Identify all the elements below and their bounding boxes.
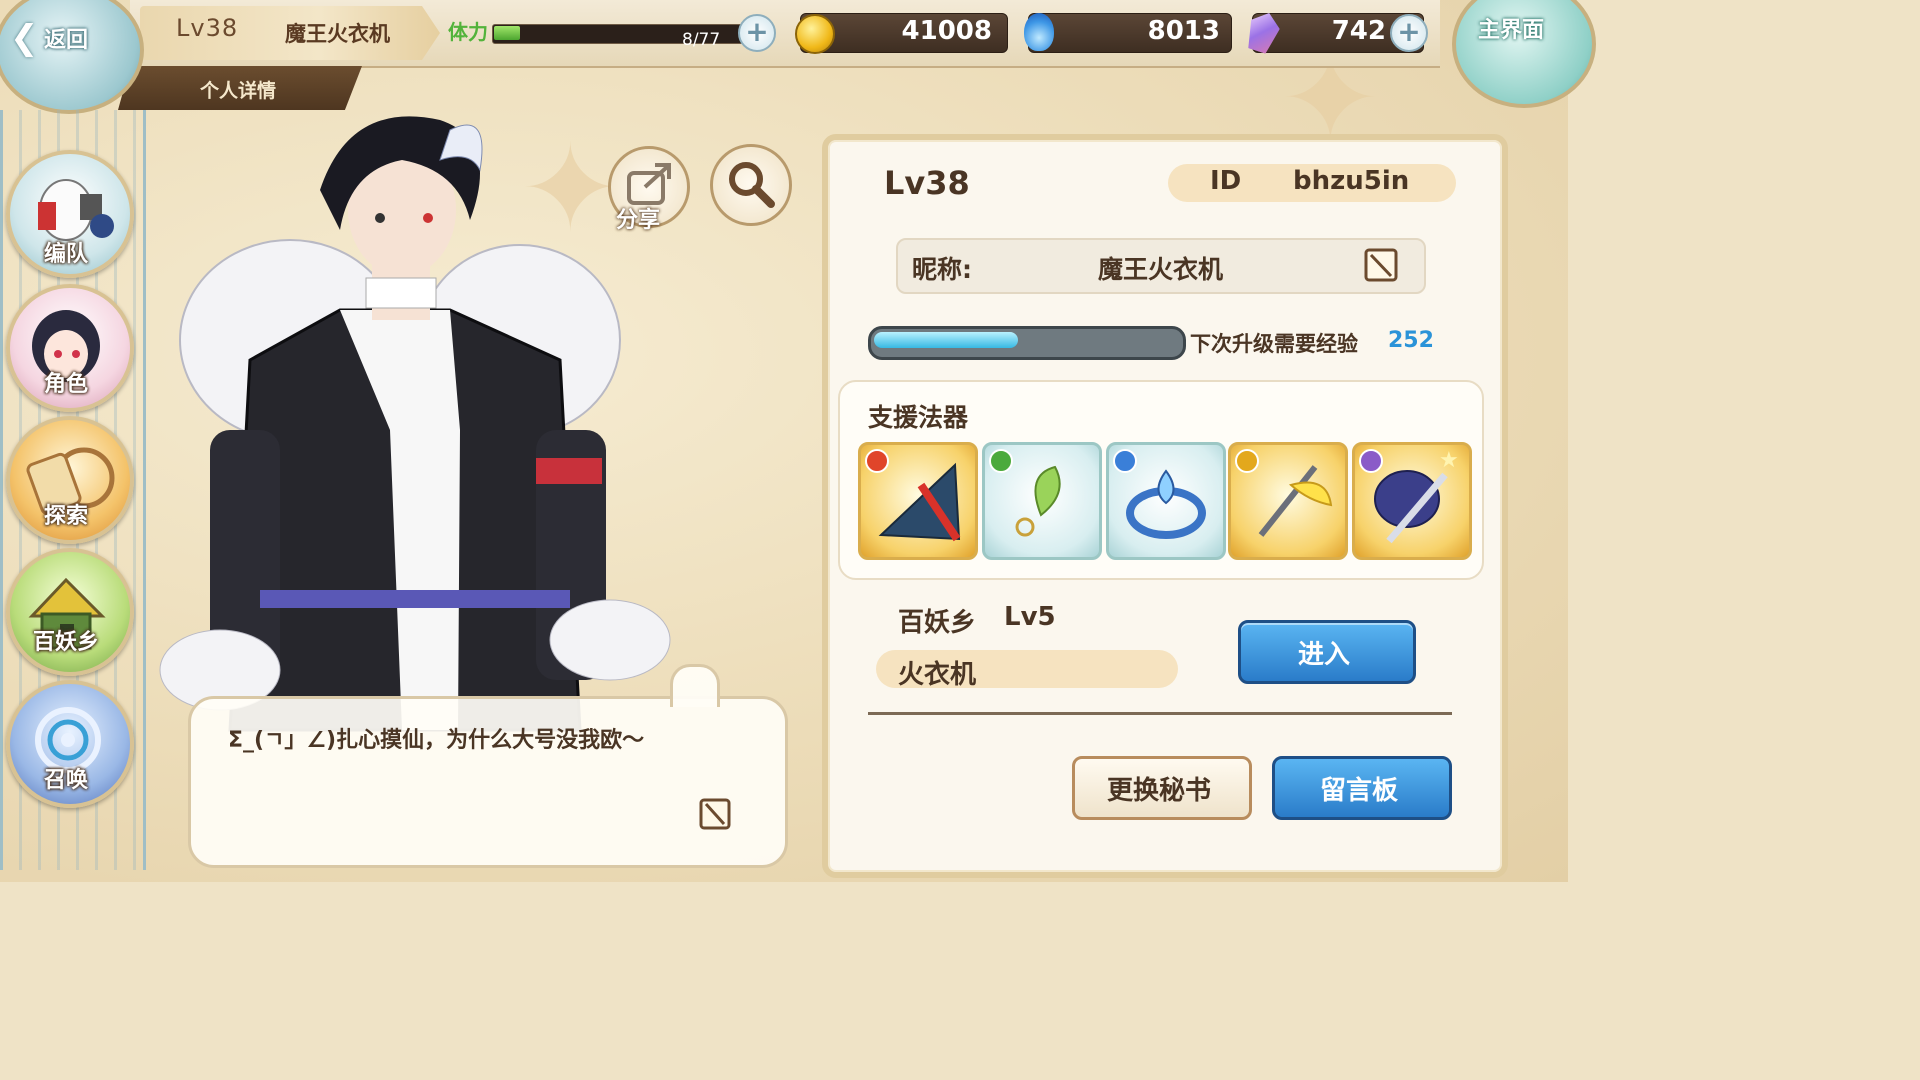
tab-personal-details-label: 个人详情 (200, 80, 277, 102)
edit-note-icon (699, 798, 731, 830)
stamina-bar-fill (494, 26, 520, 40)
sidebar-item-label: 百妖乡 (32, 630, 99, 655)
speech-bubble-tail (670, 664, 720, 707)
exp-bar-fill (874, 332, 1018, 348)
water-element-icon (1113, 449, 1137, 473)
sidebar-item-label: 编队 (43, 242, 88, 267)
player-id-label: ID (1210, 166, 1242, 196)
player-id-value: bhzu5in (1293, 166, 1410, 196)
village-level: Lv5 (1004, 602, 1056, 632)
exp-label: 下次升级需要经验 (1190, 332, 1358, 356)
svg-text:★: ★ (1439, 448, 1459, 473)
edit-note-icon (1364, 248, 1398, 282)
stamina-value: 8/77 (682, 30, 721, 50)
support-artifacts-title: 支援法器 (868, 403, 969, 432)
support-artifact-slot[interactable] (982, 442, 1102, 560)
back-button-label: 返回 (44, 28, 89, 53)
back-arrow-icon: ❮ (10, 18, 39, 58)
edit-nickname-button[interactable] (1362, 246, 1400, 284)
player-level: Lv38 (176, 14, 239, 42)
profile-level: Lv38 (884, 164, 970, 202)
arm-band (536, 458, 602, 484)
neck-bandage (365, 277, 437, 309)
gem-value: 742 (1331, 16, 1386, 46)
share-label: 分享 (616, 208, 661, 233)
divider (868, 712, 1452, 715)
support-artifact-slot[interactable] (858, 442, 978, 560)
fire-element-icon (865, 449, 889, 473)
message-board-label: 留言板 (1319, 776, 1398, 806)
blue-flame-icon (1024, 13, 1054, 51)
support-artifact-slot[interactable] (1228, 442, 1348, 560)
sidebar-item-village[interactable] (6, 548, 134, 676)
nickname-label: 昵称: (912, 255, 972, 284)
change-secretary-label: 更换秘书 (1106, 776, 1211, 806)
exp-value: 252 (1388, 328, 1434, 353)
support-artifact-slot[interactable] (1106, 442, 1226, 560)
zoom-button[interactable] (710, 144, 792, 226)
add-gem-button[interactable]: + (1390, 14, 1428, 52)
speech-text: Σ_(ㄱ」∠)扎心摸仙，为什么大号没我欧～ (228, 728, 645, 753)
light-element-icon (1235, 449, 1259, 473)
player-name: 魔王火衣机 (285, 22, 390, 46)
sidebar-item-label: 角色 (43, 372, 88, 397)
soul-fire-value: 8013 (1147, 16, 1220, 46)
gold-value: 41008 (901, 16, 992, 46)
add-stamina-button[interactable]: + (738, 14, 776, 52)
sidebar-item-label: 探索 (43, 504, 88, 529)
village-owner: 火衣机 (898, 660, 977, 690)
gold-coin-icon (795, 14, 835, 54)
sidebar-item-label: 召唤 (43, 768, 88, 793)
dark-element-icon (1359, 449, 1383, 473)
home-button-label: 主界面 (1478, 18, 1545, 43)
edit-greeting-button[interactable] (698, 796, 734, 832)
nickname-value: 魔王火衣机 (1098, 255, 1224, 284)
coat-stripe (260, 590, 570, 608)
wind-element-icon (989, 449, 1013, 473)
magnifier-icon (729, 162, 775, 208)
enter-village-label: 进入 (1297, 640, 1350, 670)
village-label: 百妖乡 (898, 608, 977, 638)
support-artifact-slot[interactable]: ★ (1352, 442, 1472, 560)
stamina-label: 体力 (448, 20, 488, 44)
